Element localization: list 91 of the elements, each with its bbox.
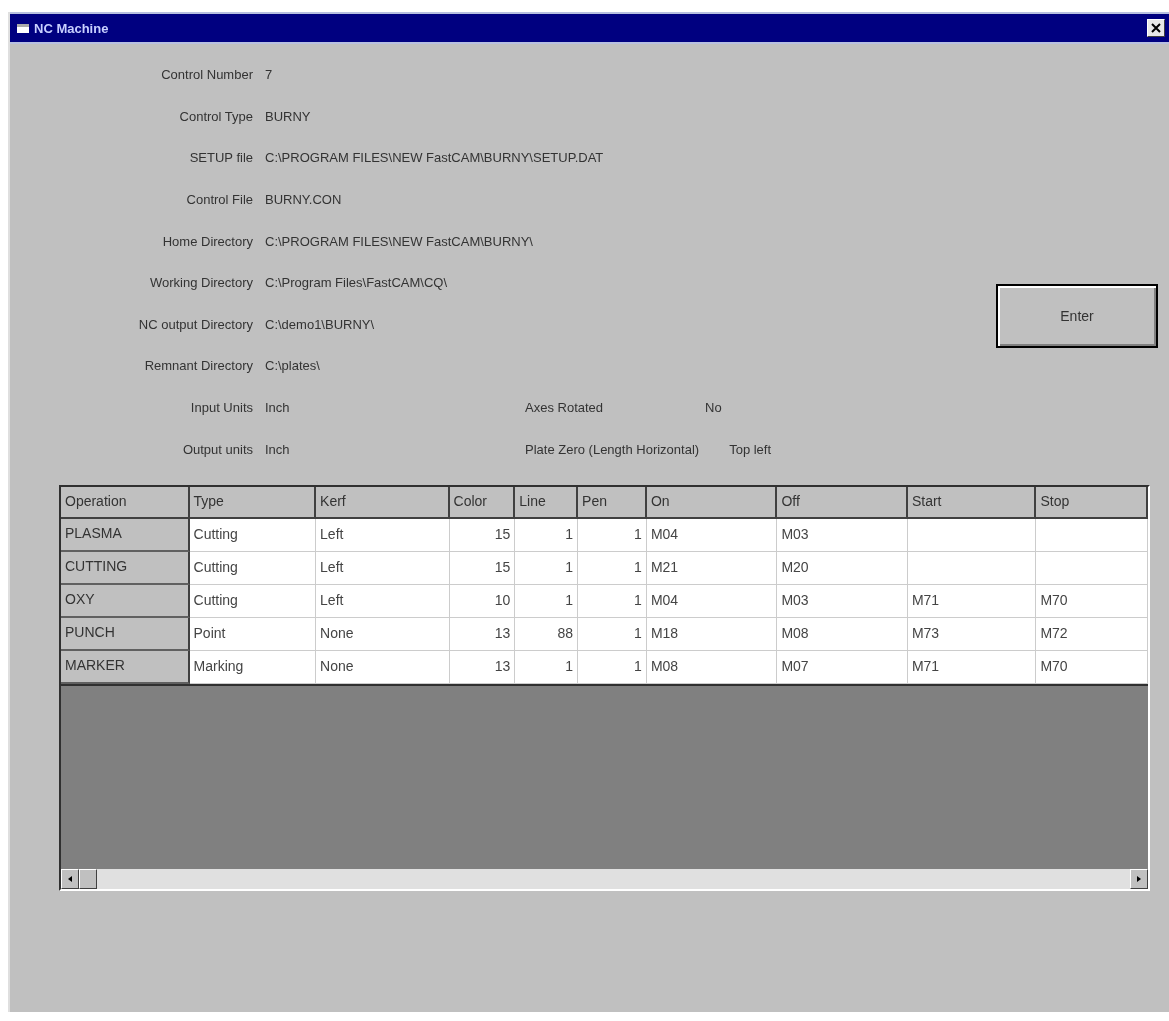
field-value: Inch (265, 400, 291, 416)
table-cell: M71 (907, 650, 1037, 684)
row-header[interactable]: CUTTING (61, 551, 190, 585)
enter-button[interactable]: Enter (996, 284, 1158, 348)
table-cell: M72 (1036, 617, 1148, 651)
field-label: Control Type (178, 108, 254, 124)
field-label: Control Number (160, 67, 254, 83)
row-header[interactable]: PLASMA (61, 518, 190, 552)
row-header[interactable]: MARKER (61, 650, 190, 684)
table-cell: M08 (646, 650, 778, 684)
column-header[interactable]: Operation (61, 486, 190, 519)
close-button[interactable] (1147, 19, 1165, 37)
table-cell: Cutting (189, 551, 317, 585)
field-value: BURNY (265, 108, 311, 124)
field-value: Top left (729, 441, 772, 457)
table-cell: M08 (777, 617, 908, 651)
table-cell: 1 (578, 584, 647, 618)
table-cell: M71 (907, 584, 1037, 618)
field-label: Working Directory (148, 275, 254, 291)
table-cell: 13 (449, 650, 516, 684)
field-value: C:\PROGRAM FILES\NEW FastCAM\BURNY\ (265, 233, 533, 249)
column-header[interactable]: Start (907, 486, 1037, 519)
left-arrow-icon (67, 875, 73, 882)
column-header[interactable]: Type (189, 486, 317, 519)
table-cell: Marking (189, 650, 317, 684)
column-header[interactable]: Line (515, 486, 579, 519)
table-cell: Left (316, 584, 450, 618)
column-header[interactable]: Off (777, 486, 908, 519)
table-cell: M04 (646, 518, 778, 552)
column-header[interactable]: Kerf (316, 486, 450, 519)
field-label: SETUP file (188, 150, 254, 166)
field-value: C:\demo1\BURNY\ (265, 316, 375, 332)
table-cell: None (316, 617, 450, 651)
column-header[interactable]: Stop (1036, 486, 1148, 519)
field-label: Input Units (189, 400, 254, 416)
table-cell: M73 (907, 617, 1037, 651)
scroll-thumb[interactable] (79, 868, 97, 889)
table-cell: 1 (578, 551, 647, 585)
table-cell: 15 (449, 551, 516, 585)
field-label: Home Directory (161, 233, 254, 249)
table-cell: 1 (515, 584, 579, 618)
window-icon (16, 22, 30, 34)
table-cell: 15 (449, 518, 516, 552)
table-cell: M21 (646, 551, 778, 585)
table-cell: 1 (515, 551, 579, 585)
field-label: Control File (185, 192, 254, 208)
table-cell: M07 (777, 650, 908, 684)
field-label: Remnant Directory (143, 358, 254, 374)
scroll-right-button[interactable] (1130, 868, 1148, 889)
table-cell: M03 (777, 584, 908, 618)
field-label: Output units (181, 441, 254, 457)
field-value: C:\plates\ (265, 358, 320, 374)
table-cell: M03 (777, 518, 908, 552)
scroll-left-button[interactable] (61, 868, 79, 889)
column-header[interactable]: On (646, 486, 778, 519)
field-value: 7 (265, 67, 273, 83)
table-cell: Cutting (189, 584, 317, 618)
table-cell: 10 (449, 584, 516, 618)
field-value: No (705, 400, 722, 416)
right-arrow-icon (1136, 875, 1142, 882)
table-cell: M70 (1036, 650, 1148, 684)
table-cell: 1 (515, 518, 579, 552)
column-header[interactable]: Color (449, 486, 516, 519)
field-label: Axes Rotated (525, 400, 605, 416)
table-cell: Point (189, 617, 317, 651)
table-cell: M70 (1036, 584, 1148, 618)
table-cell: Left (316, 551, 450, 585)
table-cell: 1 (578, 518, 647, 552)
field-value: BURNY.CON (265, 192, 342, 208)
table-cell: None (316, 650, 450, 684)
window-title: NC Machine (34, 20, 110, 36)
close-icon (1151, 23, 1161, 33)
table-cell: M04 (646, 584, 778, 618)
field-value: C:\Program Files\FastCAM\CQ\ (265, 275, 448, 291)
field-label: NC output Directory (137, 316, 254, 332)
field-value: Inch (265, 441, 291, 457)
table-cell: M18 (646, 617, 778, 651)
row-header[interactable]: OXY (61, 584, 190, 618)
table-cell: Left (316, 518, 450, 552)
row-header[interactable]: PUNCH (61, 617, 190, 651)
table-cell: 88 (515, 617, 579, 651)
table-cell: 1 (578, 650, 647, 684)
field-label: Plate Zero (Length Horizontal) (525, 441, 700, 457)
horizontal-scrollbar[interactable] (61, 868, 1148, 889)
table-cell: 13 (449, 617, 516, 651)
table-cell: 1 (578, 617, 647, 651)
table-cell: M20 (777, 551, 908, 585)
field-value: C:\PROGRAM FILES\NEW FastCAM\BURNY\SETUP.DAT (265, 150, 604, 166)
column-header[interactable]: Pen (578, 486, 647, 519)
table-cell: 1 (515, 650, 579, 684)
table-cell: Cutting (189, 518, 317, 552)
